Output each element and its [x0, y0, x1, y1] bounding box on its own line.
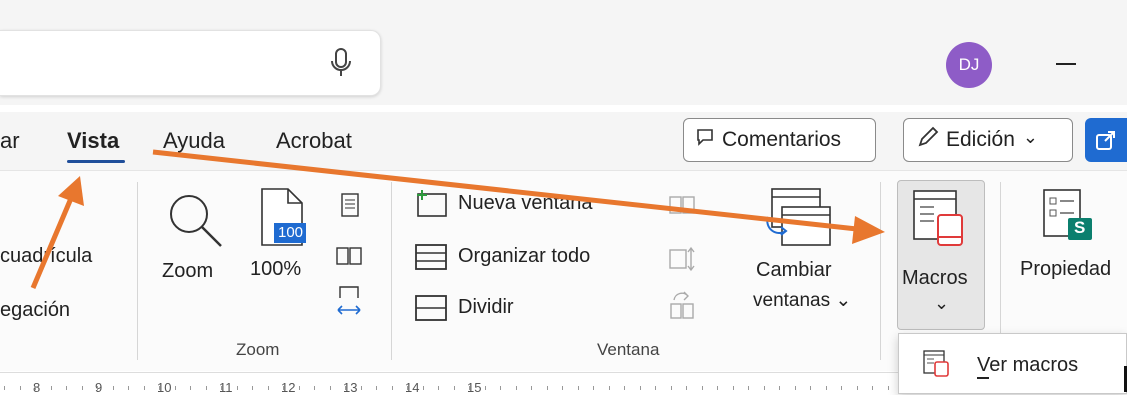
annotation-arrowhead: [852, 216, 885, 244]
annotation-arrow-line: [152, 149, 867, 233]
annotation-arrows: [30, 149, 885, 289]
annotation-arrow-line: [30, 195, 75, 289]
